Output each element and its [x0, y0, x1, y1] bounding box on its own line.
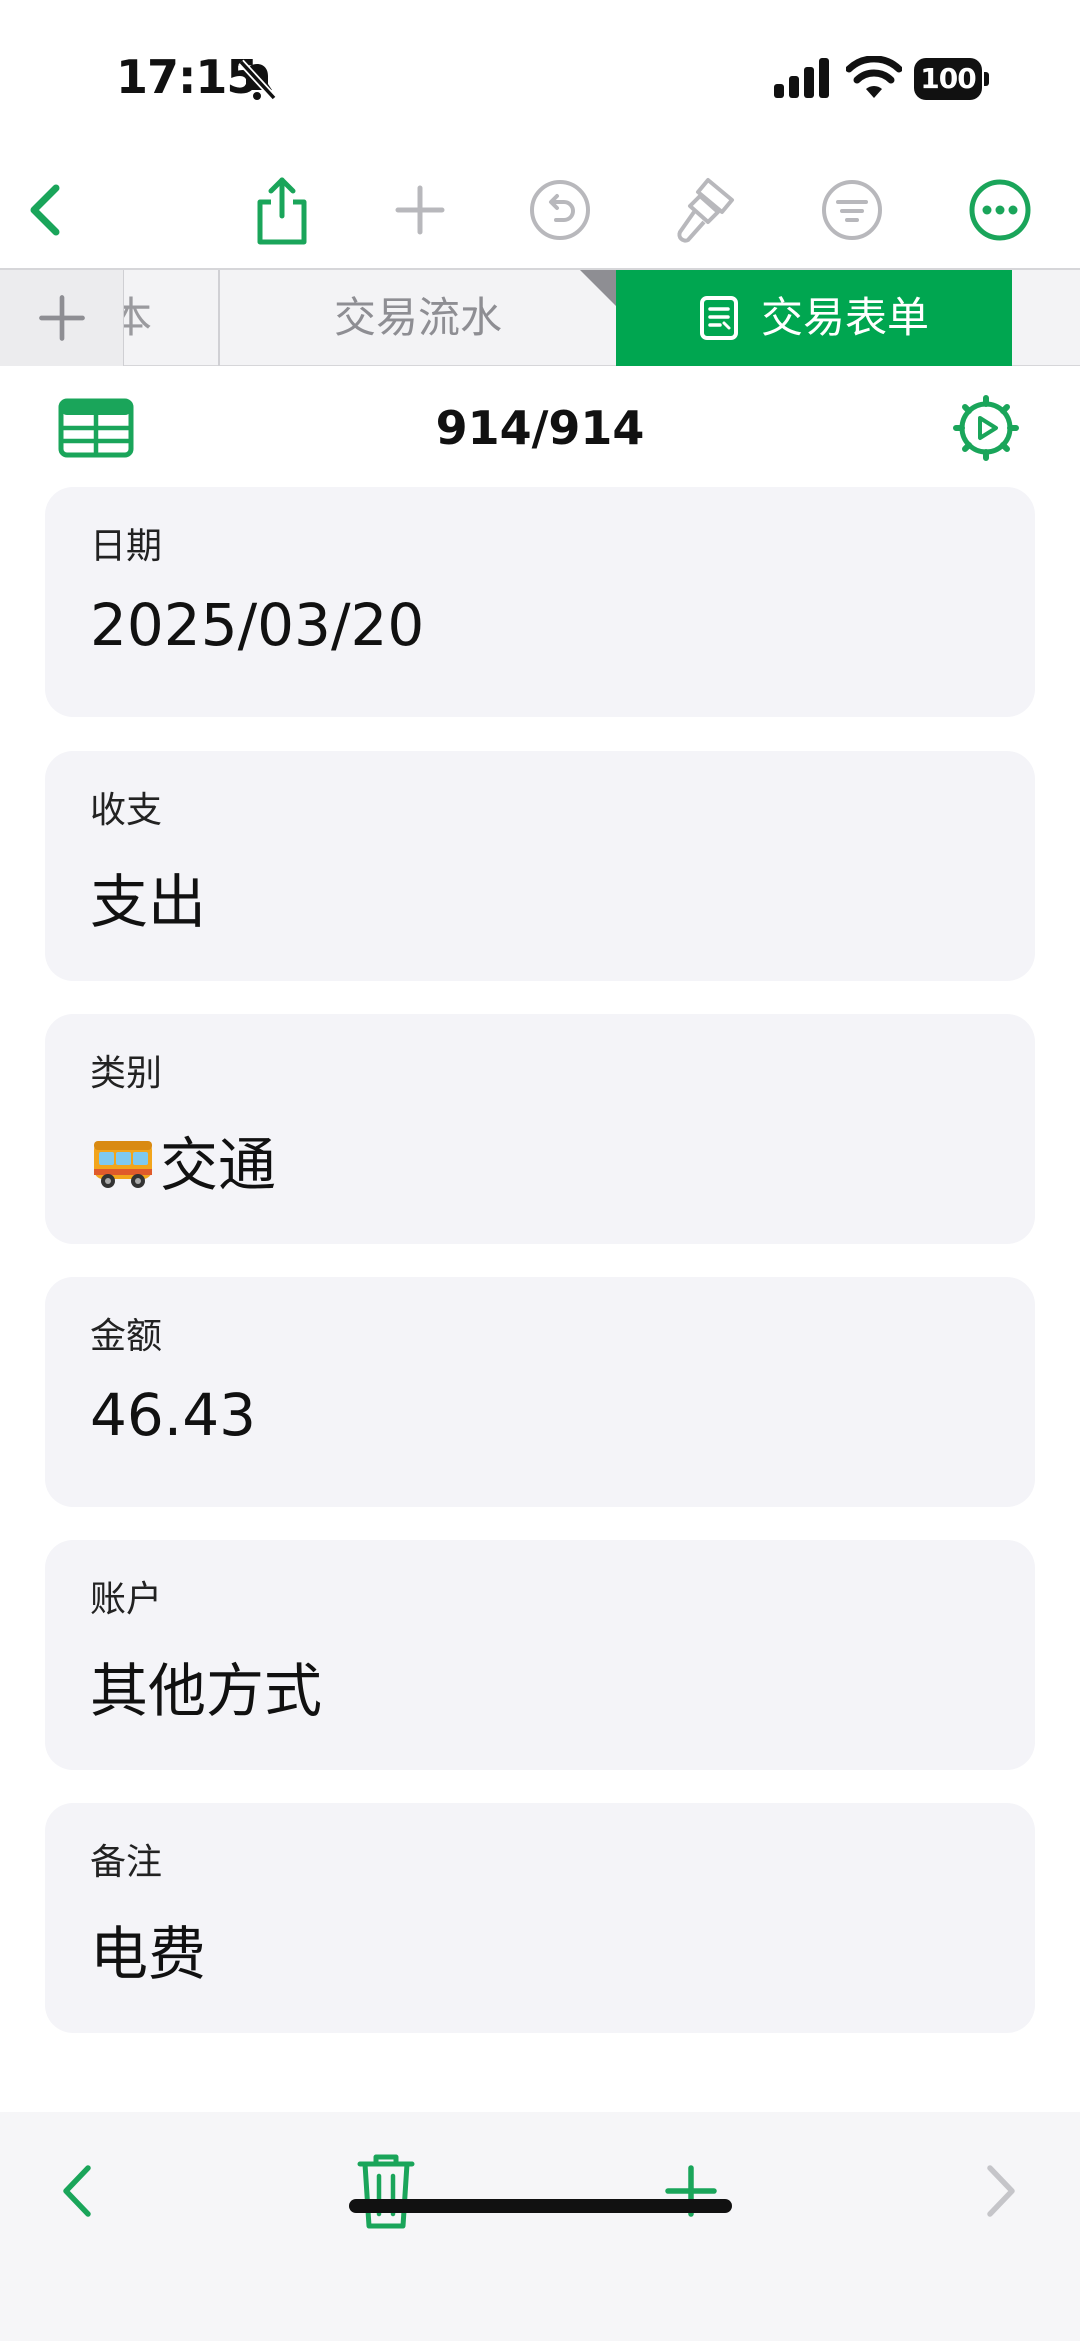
add-record-button[interactable]	[651, 2148, 731, 2234]
form-document-icon	[699, 296, 738, 340]
home-indicator[interactable]	[349, 2199, 732, 2213]
cellular-signal-icon	[774, 58, 829, 98]
paintbrush-icon	[677, 178, 734, 243]
more-options-button[interactable]	[962, 172, 1038, 248]
bus-icon	[94, 1141, 152, 1188]
field-amount-card[interactable]: 金额 46.43	[45, 1277, 1035, 1507]
status-bar: 17:15 100	[0, 0, 1080, 150]
field-label: 金额	[90, 1316, 163, 1357]
field-value: 其他方式	[90, 1657, 323, 1725]
tab-partial[interactable]: 本	[124, 270, 220, 366]
field-label: 账户	[90, 1579, 163, 1620]
tab-corner-marker	[580, 270, 616, 306]
field-account-card[interactable]: 账户 其他方式	[45, 1540, 1035, 1770]
share-icon	[257, 177, 307, 245]
chevron-left-icon	[30, 184, 60, 236]
field-value: 支出	[90, 868, 207, 936]
tab-transaction-form[interactable]: 交易表单	[616, 270, 1012, 366]
bell-muted-icon	[238, 59, 277, 101]
tab-label: 交易表单	[760, 293, 929, 342]
wifi-icon	[846, 56, 902, 98]
field-value-wrap: 交通	[90, 1118, 276, 1202]
field-label: 收支	[90, 790, 163, 831]
bottom-toolbar	[0, 2112, 1080, 2341]
settings-button[interactable]	[952, 394, 1020, 462]
battery-tip	[984, 72, 989, 86]
chevron-right-icon	[987, 2165, 1015, 2217]
field-income-expense-card[interactable]: 收支 支出	[45, 751, 1035, 981]
undo-icon	[530, 180, 590, 240]
field-value: 2025/03/20	[90, 591, 425, 659]
next-record-button[interactable]	[960, 2148, 1040, 2234]
back-button[interactable]	[6, 172, 82, 248]
add-sheet-button[interactable]	[0, 270, 124, 366]
top-toolbar	[0, 160, 1080, 260]
plus-icon	[38, 295, 85, 341]
add-button[interactable]	[382, 172, 458, 248]
plus-icon	[665, 2165, 717, 2217]
trash-icon	[357, 2154, 415, 2229]
field-value: 46.43	[90, 1381, 257, 1449]
undo-button[interactable]	[522, 172, 598, 248]
table-view-button[interactable]	[58, 398, 134, 458]
field-label: 日期	[90, 526, 163, 567]
delete-record-button[interactable]	[346, 2148, 426, 2234]
field-label: 类别	[90, 1053, 163, 1094]
filter-button[interactable]	[814, 172, 890, 248]
filter-icon	[822, 180, 882, 240]
app-screen: 17:15 100 交易流水 交易表单 914/914 日期 2025/03/2…	[0, 0, 1080, 2341]
field-note-card[interactable]: 备注 电费	[45, 1803, 1035, 2033]
battery-indicator: 100	[914, 58, 990, 100]
format-brush-button[interactable]	[668, 172, 744, 248]
gear-icon	[953, 395, 1019, 461]
tab-transactions[interactable]: 交易流水	[220, 270, 616, 366]
field-value: 交通	[160, 1131, 277, 1199]
battery-level: 100	[914, 58, 982, 100]
record-counter: 914/914	[435, 401, 645, 455]
chevron-left-icon	[63, 2165, 91, 2217]
previous-record-button[interactable]	[38, 2148, 118, 2234]
ellipsis-circle-icon	[969, 179, 1031, 241]
record-header: 914/914	[0, 378, 1080, 478]
field-label: 备注	[90, 1842, 163, 1883]
plus-icon	[395, 185, 445, 235]
field-category-card[interactable]: 类别 交通	[45, 1014, 1035, 1244]
field-date-card[interactable]: 日期 2025/03/20	[45, 487, 1035, 717]
share-button[interactable]	[244, 172, 320, 248]
field-value: 电费	[90, 1920, 207, 1988]
sheet-tabs-bar: 本 交易流水 交易表单	[0, 268, 1080, 366]
